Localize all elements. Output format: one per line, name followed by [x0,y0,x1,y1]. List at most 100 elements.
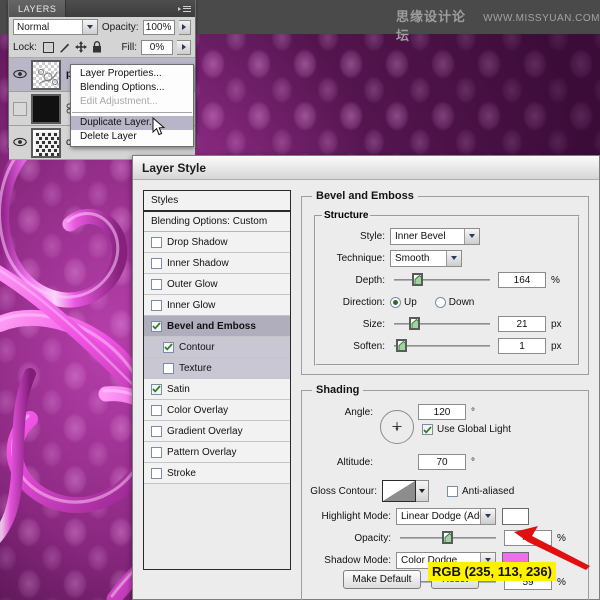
menu-item-duplicate-layer[interactable]: Duplicate Layer... [71,116,193,130]
layer-style-titlebar[interactable]: Layer Style [133,156,599,180]
highlight-mode-select[interactable]: Linear Dodge (Add) [396,508,496,525]
chevron-down-icon[interactable] [480,509,495,524]
fill-input[interactable]: 0% [141,40,173,55]
menu-item-layer-properties[interactable]: Layer Properties... [71,67,193,81]
chevron-down-icon[interactable] [446,251,461,266]
size-input[interactable]: 21 [498,316,546,332]
shading-title: Shading [312,384,363,396]
style-label: Gradient Overlay [167,426,243,437]
technique-row: Technique: Smooth [322,248,572,268]
size-slider[interactable] [394,317,490,331]
style-select-value: Inner Bevel [395,231,446,242]
layer-visibility-toggle[interactable] [11,66,29,84]
style-row: Style: Inner Bevel [322,226,572,246]
anti-aliased-label: Anti-aliased [462,486,514,497]
angle-unit: ° [471,407,475,418]
layer-visibility-toggle-hidden[interactable] [11,102,29,116]
technique-select-value: Smooth [395,253,429,264]
styles-list-box: Styles Blending Options: Custom Drop Sha… [143,190,291,570]
radio-direction-up[interactable] [390,297,401,308]
checkbox-pattern-overlay[interactable] [151,447,162,458]
style-item-texture[interactable]: Texture [144,358,290,379]
checkbox-texture[interactable] [163,363,174,374]
style-label: Stroke [167,468,196,479]
slider-thumb[interactable] [412,273,423,286]
checkbox-stroke[interactable] [151,468,162,479]
radio-direction-down[interactable] [435,297,446,308]
style-label: Style: [322,231,390,242]
gloss-contour-picker[interactable] [382,480,429,502]
style-item-gradient-overlay[interactable]: Gradient Overlay [144,421,290,442]
angle-label: Angle: [310,407,378,418]
styles-header[interactable]: Styles [144,191,290,212]
make-default-button[interactable]: Make Default [343,570,421,589]
menu-item-delete-layer[interactable]: Delete Layer [71,130,193,144]
style-item-satin[interactable]: Satin [144,379,290,400]
lock-image-icon[interactable] [59,42,70,53]
fill-stepper[interactable] [177,40,191,55]
lock-position-icon[interactable] [75,41,87,53]
chevron-down-icon[interactable] [82,20,97,34]
lock-all-icon[interactable] [92,41,102,53]
menu-item-blending-options[interactable]: Blending Options... [71,81,193,95]
chevron-down-icon[interactable] [464,229,479,244]
checkbox-drop-shadow[interactable] [151,237,162,248]
blend-mode-select[interactable]: Normal [13,19,98,35]
checkbox-outer-glow[interactable] [151,279,162,290]
layers-panel-tabbar: LAYERS [9,0,195,17]
menu-separator [72,112,192,113]
opacity-input[interactable]: 100% [143,20,175,35]
style-item-color-overlay[interactable]: Color Overlay [144,400,290,421]
slider-thumb[interactable] [442,531,453,544]
checkbox-bevel-and-emboss[interactable] [151,321,162,332]
opacity-stepper[interactable] [179,20,191,35]
checkbox-use-global-light[interactable] [422,424,433,435]
depth-slider[interactable] [394,273,490,287]
style-item-drop-shadow[interactable]: Drop Shadow [144,232,290,253]
checkbox-contour[interactable] [163,342,174,353]
layer-visibility-toggle-circ[interactable] [11,134,29,152]
style-item-bevel-and-emboss[interactable]: Bevel and Emboss [144,316,290,337]
layer-thumbnail-pattern[interactable] [31,128,61,158]
eye-icon-off[interactable] [13,102,27,116]
layer-thumbnail[interactable] [31,60,61,90]
depth-input[interactable]: 164 [498,272,546,288]
blending-options-item[interactable]: Blending Options: Custom [144,212,290,232]
layer-thumbnail-black[interactable] [31,94,61,124]
soften-input[interactable]: 1 [498,338,546,354]
eye-icon[interactable] [13,134,27,152]
soften-slider[interactable] [394,339,490,353]
technique-select[interactable]: Smooth [390,250,462,267]
angle-dial[interactable] [380,410,414,444]
checkbox-inner-shadow[interactable] [151,258,162,269]
size-label: Size: [322,319,390,330]
checkbox-gradient-overlay[interactable] [151,426,162,437]
panel-menu-icon[interactable] [178,4,191,13]
gloss-contour-preview[interactable] [382,480,416,502]
photoshop-screenshot: 思缘设计论坛 WWW.MISSYUAN.COM LAYERS Normal Op… [0,0,600,600]
checkbox-inner-glow[interactable] [151,300,162,311]
style-item-inner-shadow[interactable]: Inner Shadow [144,253,290,274]
highlight-opacity-slider[interactable] [400,531,496,545]
style-item-pattern-overlay[interactable]: Pattern Overlay [144,442,290,463]
checkbox-color-overlay[interactable] [151,405,162,416]
style-item-contour[interactable]: Contour [144,337,290,358]
style-select[interactable]: Inner Bevel [390,228,480,245]
tab-layers[interactable]: LAYERS [9,0,66,17]
size-unit: px [551,319,562,330]
checkbox-anti-aliased[interactable] [447,486,458,497]
layer-context-menu: Layer Properties... Blending Options... … [70,64,194,147]
gloss-contour-label: Gloss Contour: [310,486,382,497]
eye-icon[interactable] [13,66,27,84]
lock-transparency-icon[interactable] [43,42,54,53]
dialog-title: Layer Style [142,161,206,175]
style-item-stroke[interactable]: Stroke [144,463,290,484]
style-item-inner-glow[interactable]: Inner Glow [144,295,290,316]
slider-thumb[interactable] [409,317,420,330]
angle-input[interactable]: 120 [418,404,466,420]
chevron-down-icon[interactable] [416,480,429,502]
direction-up-label: Up [404,297,417,308]
slider-thumb[interactable] [396,339,407,352]
style-item-outer-glow[interactable]: Outer Glow [144,274,290,295]
checkbox-satin[interactable] [151,384,162,395]
